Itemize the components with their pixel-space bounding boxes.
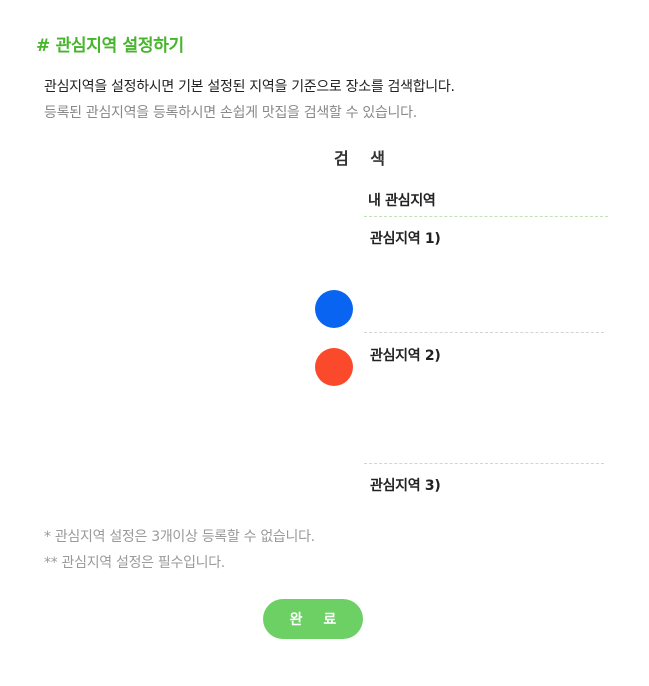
search-heading: 검 색 <box>334 149 394 168</box>
note-max-regions: * 관심지역 설정은 3개이상 등록할 수 없습니다. <box>44 529 315 545</box>
red-marker-icon[interactable] <box>315 348 353 386</box>
region-slot-label: 관심지역 1) <box>370 231 441 247</box>
region-slot-2[interactable]: 관심지역 2) <box>364 342 604 464</box>
done-button[interactable]: 완 료 <box>263 599 363 639</box>
page-title: # 관심지역 설정하기 <box>36 36 184 56</box>
region-slot-divider <box>364 332 604 333</box>
region-slot-label: 관심지역 3) <box>370 478 441 494</box>
region-slot-divider <box>364 463 604 464</box>
region-slot-3[interactable]: 관심지역 3) <box>364 472 604 502</box>
blue-marker-icon[interactable] <box>315 290 353 328</box>
region-slot-label: 관심지역 2) <box>370 348 441 364</box>
region-slot-1[interactable]: 관심지역 1) <box>364 226 604 333</box>
note-required: ** 관심지역 설정은 필수입니다. <box>44 555 225 571</box>
my-regions-header: 내 관심지역 <box>368 193 436 209</box>
description-line-1: 관심지역을 설정하시면 기본 설정된 지역을 기준으로 장소를 검색합니다. <box>44 79 455 95</box>
description-line-2: 등록된 관심지역을 등록하시면 손쉽게 맛집을 검색할 수 있습니다. <box>44 105 417 121</box>
my-regions-divider <box>364 216 608 217</box>
